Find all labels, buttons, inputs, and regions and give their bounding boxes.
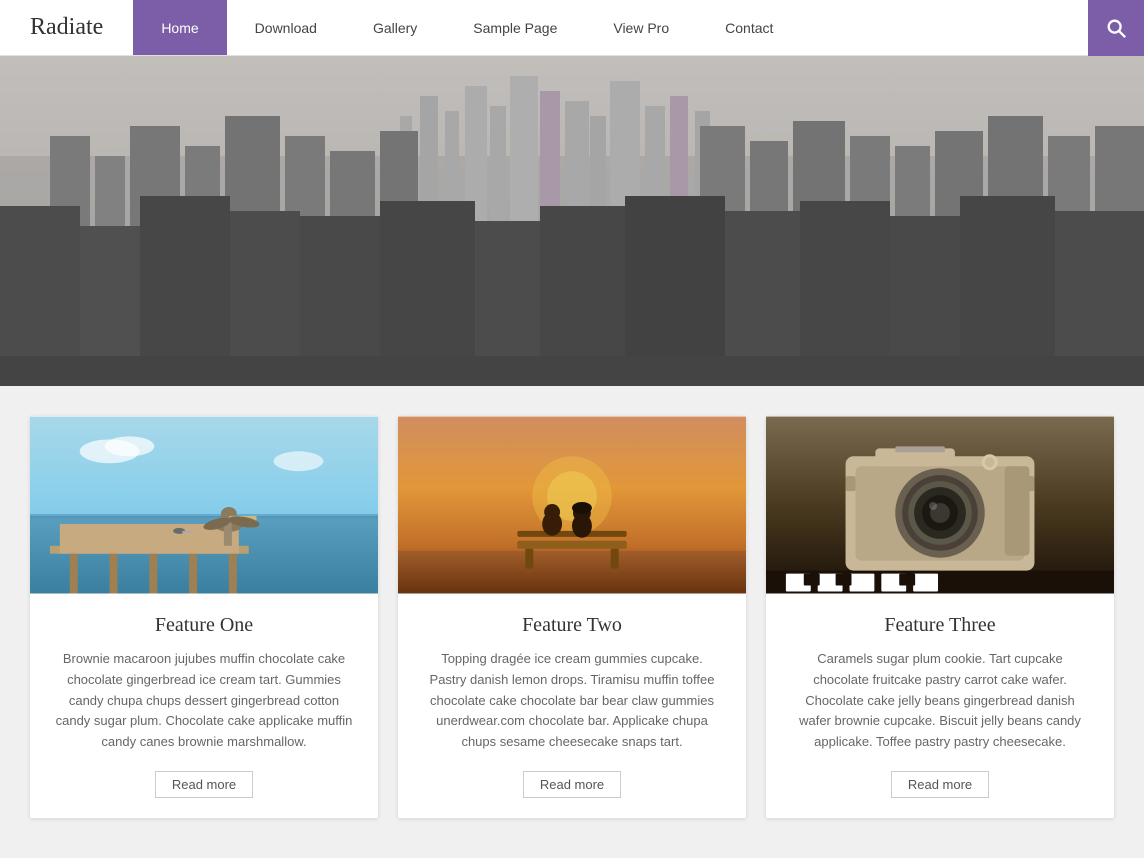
card-image-three [766,416,1114,594]
nav-contact[interactable]: Contact [697,0,801,55]
card-body-three: Feature Three Caramels sugar plum cookie… [766,594,1114,818]
nav-sample-page[interactable]: Sample Page [445,0,585,55]
search-icon [1105,17,1127,39]
read-more-one[interactable]: Read more [155,771,253,798]
read-more-two[interactable]: Read more [523,771,621,798]
nav-home[interactable]: Home [133,0,226,55]
card-text-two: Topping dragée ice cream gummies cupcake… [422,649,722,753]
card-feature-three: Feature Three Caramels sugar plum cookie… [766,416,1114,818]
card-body-one: Feature One Brownie macaroon jujubes muf… [30,594,378,818]
card-feature-two: Feature Two Topping dragée ice cream gum… [398,416,746,818]
nav-view-pro[interactable]: View Pro [585,0,697,55]
card-text-three: Caramels sugar plum cookie. Tart cupcake… [790,649,1090,753]
header: Radiate Home Download Gallery Sample Pag… [0,0,1144,56]
card-feature-one: Feature One Brownie macaroon jujubes muf… [30,416,378,818]
card-image-one [30,416,378,594]
card-body-two: Feature Two Topping dragée ice cream gum… [398,594,746,818]
nav-gallery[interactable]: Gallery [345,0,445,55]
card-title-two: Feature Two [422,614,722,637]
hero-cityscape [0,56,1144,386]
logo: Radiate [0,14,133,41]
card-image-two [398,416,746,594]
search-button[interactable] [1088,0,1144,56]
card-title-one: Feature One [54,614,354,637]
card-title-three: Feature Three [790,614,1090,637]
hero-banner [0,56,1144,386]
nav-download[interactable]: Download [227,0,345,55]
card-text-one: Brownie macaroon jujubes muffin chocolat… [54,649,354,753]
main-nav: Home Download Gallery Sample Page View P… [133,0,1088,55]
cards-section: Feature One Brownie macaroon jujubes muf… [0,386,1144,858]
read-more-three[interactable]: Read more [891,771,989,798]
